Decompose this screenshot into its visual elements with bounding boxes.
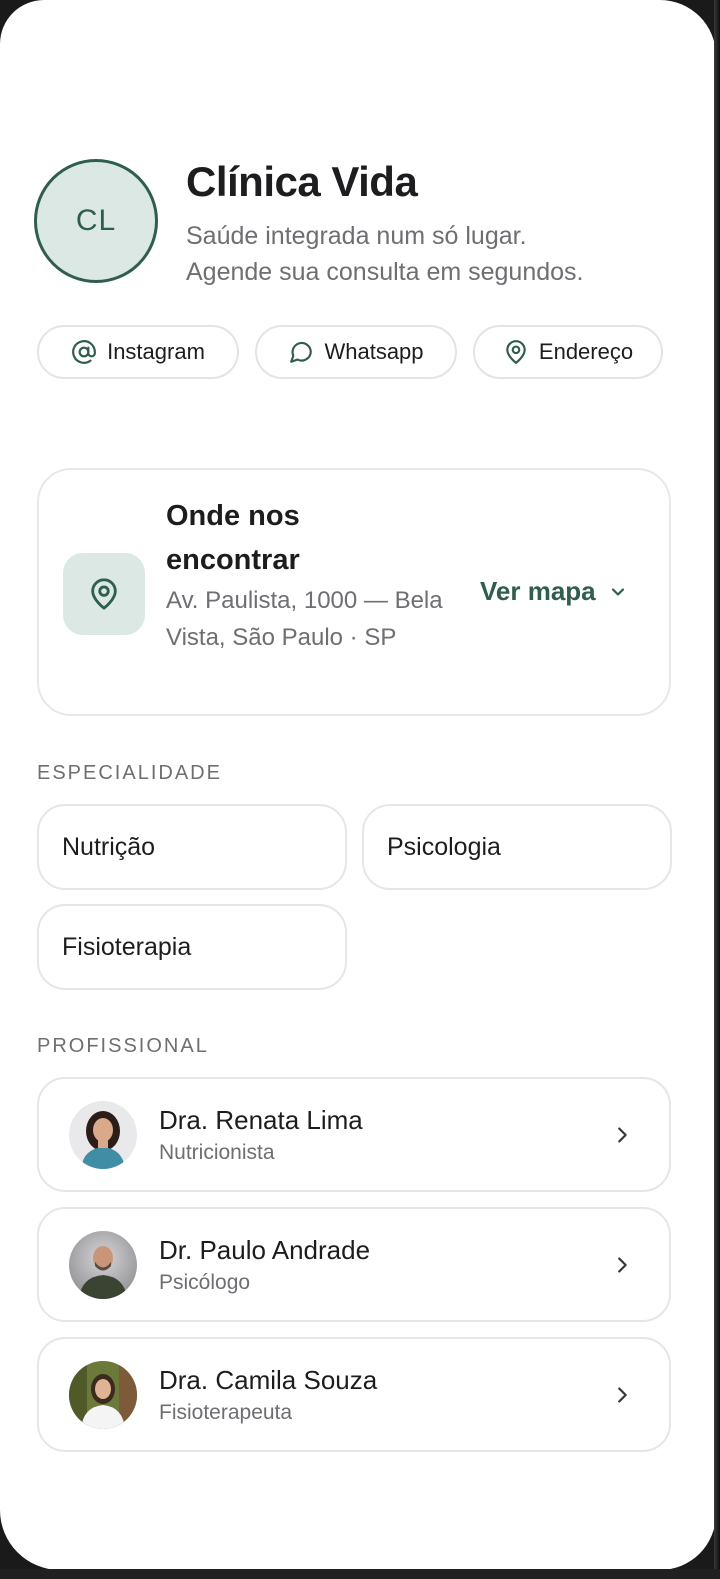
professional-name: Dra. Camila Souza [159,1365,378,1395]
specialty-option-nutricao[interactable]: Nutrição [37,804,347,890]
view-map-label: Ver mapa [480,576,596,606]
clinic-name: Clínica Vida [186,158,418,205]
specialty-option-label: Nutrição [62,832,156,861]
clinic-avatar: CL [34,159,158,283]
chevron-down-icon [611,587,624,596]
location-address: Av. Paulista, 1000 — Bela Vista, São Pau… [166,587,443,651]
device-frame-bottom [0,1569,720,1579]
professional-name: Dr. Paulo Andrade [159,1235,371,1265]
chevron-right-icon [618,1387,627,1403]
device-frame-edge [714,0,720,1579]
person-photo-icon [69,1231,137,1299]
location-icon-box [63,553,145,635]
professional-role: Fisioterapeuta [159,1401,293,1424]
specialty-section-label: ESPECIALIDADE [37,762,222,784]
specialty-option-psicologia[interactable]: Psicologia [362,804,672,890]
tagline-line-2: Agende sua consulta em segundos. [186,258,584,286]
map-pin-icon [506,340,526,364]
professional-card-paulo[interactable]: Dr. Paulo Andrade Psicólogo [37,1207,671,1322]
whatsapp-button[interactable]: Whatsapp [255,325,457,379]
professional-card-camila[interactable]: Dra. Camila Souza Fisioterapeuta [37,1337,671,1452]
professional-section-label: PROFISSIONAL [37,1035,209,1057]
clinic-tagline: Saúde integrada num só lugar. Agende sua… [186,218,686,290]
location-title: Onde nos encontrar [166,500,300,576]
professional-avatar [69,1361,137,1429]
instagram-button[interactable]: Instagram [37,325,239,379]
chat-bubble-icon [290,341,313,363]
specialty-option-label: Psicologia [387,832,501,861]
address-label: Endereço [538,339,634,364]
at-sign-icon [72,340,96,364]
chevron-right-icon [618,1127,627,1143]
whatsapp-label: Whatsapp [324,339,424,364]
person-photo-icon [69,1101,137,1169]
professional-role: Nutricionista [159,1141,275,1164]
professional-name: Dra. Renata Lima [159,1105,363,1135]
instagram-label: Instagram [107,339,205,364]
tagline-line-1: Saúde integrada num só lugar. [186,222,527,250]
view-map-button[interactable]: Ver mapa [480,576,628,607]
professional-avatar [69,1231,137,1299]
app-screen: CL Clínica Vida Saúde integrada num só l… [0,0,716,1570]
chevron-right-icon [618,1257,627,1273]
social-links: Instagram Whatsapp Endereço [37,325,663,379]
specialty-option-fisioterapia[interactable]: Fisioterapia [37,904,347,990]
person-photo-icon [69,1361,137,1429]
professional-card-renata[interactable]: Dra. Renata Lima Nutricionista [37,1077,671,1192]
location-card: Onde nos encontrar Av. Paulista, 1000 — … [37,468,671,716]
professional-role: Psicólogo [159,1271,251,1294]
avatar-initials: CL [75,204,117,237]
specialty-option-label: Fisioterapia [62,932,192,961]
map-pin-icon [91,578,117,610]
professional-avatar [69,1101,137,1169]
address-button[interactable]: Endereço [473,325,663,379]
